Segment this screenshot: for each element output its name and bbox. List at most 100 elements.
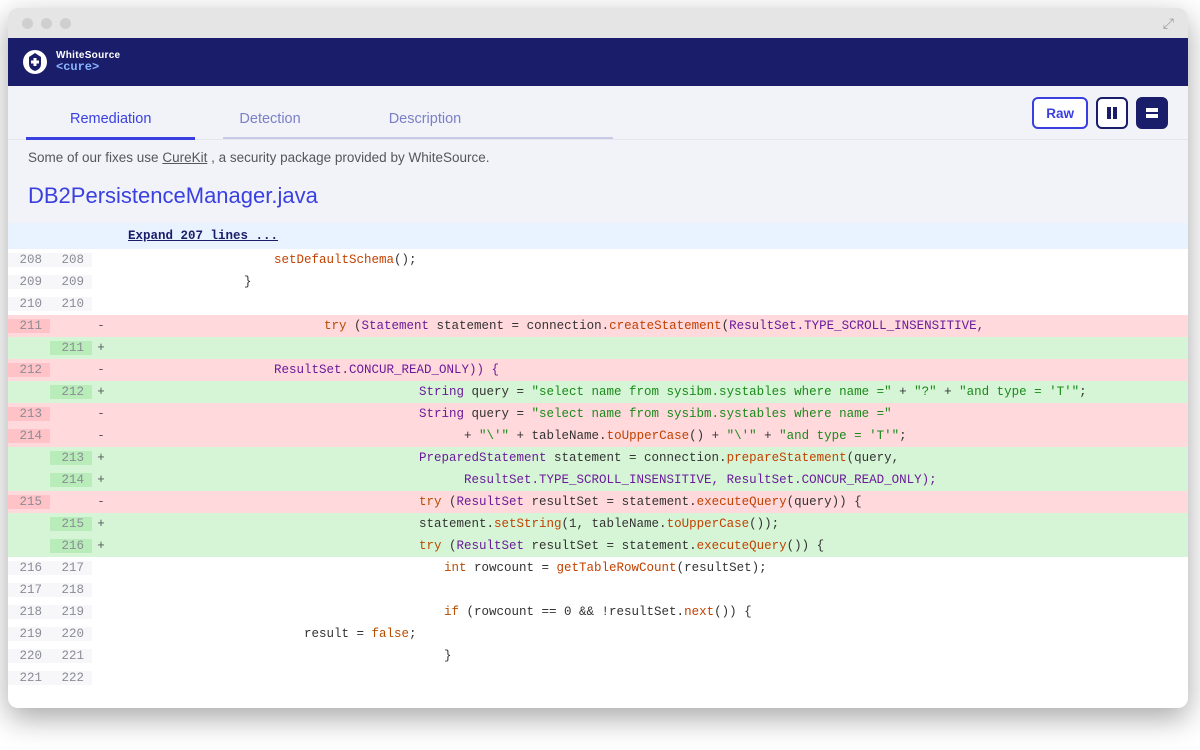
diff-sign: -: [92, 407, 110, 421]
raw-button[interactable]: Raw: [1032, 97, 1088, 129]
note-pre: Some of our fixes use: [28, 150, 162, 165]
brand-logo: WhiteSource <cure>: [22, 49, 120, 75]
diff-line: 220221 }: [8, 645, 1188, 667]
gutter-old: 216: [8, 561, 50, 575]
code-content: + "\'" + tableName.toUpperCase() + "\'" …: [110, 429, 1188, 443]
gutter-old: 210: [8, 297, 50, 311]
gutter-new: 212: [50, 385, 92, 399]
diff-view: Expand 207 lines ... 208208 setDefaultSc…: [8, 223, 1188, 708]
gutter-old: 219: [8, 627, 50, 641]
code-content: if (rowcount == 0 && !resultSet.next()) …: [110, 605, 1188, 619]
gutter-new: 213: [50, 451, 92, 465]
view-split-button[interactable]: [1096, 97, 1128, 129]
expand-row[interactable]: Expand 207 lines ...: [8, 223, 1188, 249]
code-content: ResultSet.CONCUR_READ_ONLY)) {: [110, 363, 1188, 377]
diff-sign: [92, 649, 110, 663]
code-content: ResultSet.TYPE_SCROLL_INSENSITIVE, Resul…: [110, 473, 1188, 487]
diff-line: 211 -try (Statement statement = connectio…: [8, 315, 1188, 337]
diff-sign: +: [92, 451, 110, 465]
code-content: statement.setString(1, tableName.toUpper…: [110, 517, 1188, 531]
gutter-new: 217: [50, 561, 92, 575]
diff-line: 211+: [8, 337, 1188, 359]
diff-sign: [92, 561, 110, 575]
diff-line: 210210: [8, 293, 1188, 315]
code-content: String query = "select name from sysibm.…: [110, 385, 1188, 399]
code-content: PreparedStatement statement = connection…: [110, 451, 1188, 465]
diff-line: 214+ResultSet.TYPE_SCROLL_INSENSITIVE, R…: [8, 469, 1188, 491]
gutter-new: 209: [50, 275, 92, 289]
tab-row: Remediation Detection Description Raw: [8, 86, 1188, 140]
window-titlebar: ⤢: [8, 8, 1188, 38]
diff-sign: [92, 583, 110, 597]
diff-sign: +: [92, 473, 110, 487]
diff-line: 213-String query = "select name from sys…: [8, 403, 1188, 425]
diff-line: 218219 if (rowcount == 0 && !resultSet.n…: [8, 601, 1188, 623]
traffic-light-close[interactable]: [22, 18, 33, 29]
curekit-link[interactable]: CureKit: [162, 150, 207, 165]
gutter-old: 211: [8, 319, 50, 333]
diff-sign: [92, 605, 110, 619]
gutter-old: 209: [8, 275, 50, 289]
diff-sign: +: [92, 385, 110, 399]
gutter-old: 217: [8, 583, 50, 597]
diff-line: 213+PreparedStatement statement = connec…: [8, 447, 1188, 469]
diff-line: 214 -+ "\'" + tableName.toUpperCase() + "…: [8, 425, 1188, 447]
brand-product: <cure>: [56, 61, 120, 73]
diff-line: 215+statement.setString(1, tableName.toU…: [8, 513, 1188, 535]
code-content: int rowcount = getTableRowCount(resultSe…: [110, 561, 1188, 575]
file-name: DB2PersistenceManager.java: [8, 175, 1188, 223]
traffic-light-minimize[interactable]: [41, 18, 52, 29]
gutter-new: 219: [50, 605, 92, 619]
code-content: setDefaultSchema();: [110, 253, 1188, 267]
diff-sign: +: [92, 517, 110, 531]
gutter-old: 215: [8, 495, 50, 509]
gutter-new: 221: [50, 649, 92, 663]
gutter-old: 221: [8, 671, 50, 685]
expand-window-icon[interactable]: ⤢: [1163, 15, 1174, 32]
diff-sign: [92, 275, 110, 289]
gutter-old: 213: [8, 407, 50, 421]
diff-line: 217218: [8, 579, 1188, 601]
code-content: }: [110, 275, 1188, 289]
gutter-old: 214: [8, 429, 50, 443]
tab-remediation[interactable]: Remediation: [26, 97, 195, 139]
gutter-new: 215: [50, 517, 92, 531]
diff-sign: -: [92, 319, 110, 333]
code-content: try (ResultSet resultSet = statement.exe…: [110, 495, 1188, 509]
diff-line: 212+String query = "select name from sys…: [8, 381, 1188, 403]
gutter-new: 218: [50, 583, 92, 597]
diff-line: 215 -try (ResultSet resultSet = statement…: [8, 491, 1188, 513]
diff-sign: [92, 297, 110, 311]
code-content: }: [110, 649, 1188, 663]
view-unified-button[interactable]: [1136, 97, 1168, 129]
diff-sign: -: [92, 429, 110, 443]
note-post: , a security package provided by WhiteSo…: [207, 150, 489, 165]
gutter-old: 218: [8, 605, 50, 619]
gutter-new: 220: [50, 627, 92, 641]
diff-line: 216+try (ResultSet resultSet = statement…: [8, 535, 1188, 557]
logo-icon: [22, 49, 48, 75]
diff-line: 212-ResultSet.CONCUR_READ_ONLY)) {: [8, 359, 1188, 381]
tab-description[interactable]: Description: [345, 97, 506, 139]
diff-line: 216217 int rowcount = getTableRowCount(r…: [8, 557, 1188, 579]
gutter-new: 211: [50, 341, 92, 355]
traffic-light-zoom[interactable]: [60, 18, 71, 29]
gutter-old: 212: [8, 363, 50, 377]
columns-icon: [1104, 105, 1120, 121]
tabs-track: [223, 137, 613, 139]
diff-sign: -: [92, 495, 110, 509]
code-content: try (Statement statement = connection.cr…: [110, 319, 1188, 333]
diff-sign: +: [92, 341, 110, 355]
gutter-new: 216: [50, 539, 92, 553]
expand-label[interactable]: Expand 207 lines ...: [112, 229, 278, 243]
app-window: ⤢ WhiteSource <cure> Remediation Detecti…: [8, 8, 1188, 708]
diff-line: 208208 setDefaultSchema();: [8, 249, 1188, 271]
code-content: try (ResultSet resultSet = statement.exe…: [110, 539, 1188, 553]
gutter-old: 220: [8, 649, 50, 663]
tab-detection[interactable]: Detection: [195, 97, 344, 139]
diff-line: 209209 }: [8, 271, 1188, 293]
diff-sign: [92, 671, 110, 685]
diff-sign: +: [92, 539, 110, 553]
diff-line: 221222: [8, 667, 1188, 689]
code-content: result = false;: [110, 627, 1188, 641]
